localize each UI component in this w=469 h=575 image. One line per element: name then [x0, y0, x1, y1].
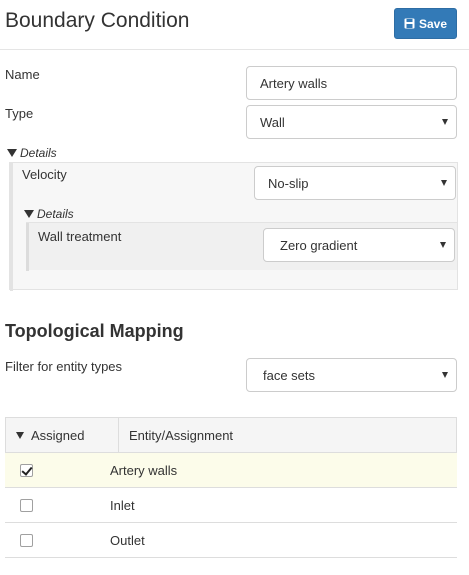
- column-header-entity-label: Entity/Assignment: [129, 427, 234, 443]
- table-row[interactable]: Outlet: [5, 523, 457, 558]
- header: Boundary Condition Save: [0, 0, 469, 50]
- assigned-checkbox[interactable]: [20, 499, 33, 512]
- wall-treatment-label: Wall treatment: [38, 229, 122, 244]
- triangle-down-icon: [24, 210, 34, 218]
- page-title: Boundary Condition: [5, 9, 190, 32]
- caret-down-icon: [442, 119, 448, 125]
- type-select[interactable]: Wall: [246, 105, 457, 139]
- details-label: Details: [20, 146, 57, 160]
- column-header-entity[interactable]: Entity/Assignment: [129, 418, 233, 452]
- velocity-select[interactable]: No-slip: [254, 166, 456, 200]
- filter-label: Filter for entity types: [5, 359, 123, 374]
- entity-name: Artery walls: [110, 462, 178, 478]
- table-row[interactable]: Artery walls: [5, 453, 457, 488]
- save-button[interactable]: Save: [394, 8, 457, 39]
- mapping-table: Assigned Entity/Assignment Artery walls …: [5, 417, 457, 558]
- panel-indent-bar: [26, 223, 29, 271]
- assigned-checkbox[interactable]: [20, 534, 33, 547]
- caret-down-icon: [440, 242, 446, 248]
- caret-down-icon: [442, 372, 448, 378]
- type-select-value: Wall: [260, 114, 285, 130]
- velocity-label: Velocity: [22, 167, 67, 182]
- section-title: Topological Mapping: [5, 321, 184, 341]
- entity-name: Outlet: [110, 532, 145, 548]
- floppy-disk-icon: [404, 18, 415, 29]
- details-toggle[interactable]: Details: [7, 146, 57, 160]
- triangle-down-icon: [7, 149, 17, 157]
- filter-select-value: face sets: [263, 367, 316, 383]
- name-field-value: Artery walls: [260, 75, 328, 91]
- filter-select[interactable]: face sets: [246, 358, 457, 392]
- caret-down-icon: [441, 180, 447, 186]
- assigned-checkbox[interactable]: [20, 464, 33, 477]
- wall-treatment-select[interactable]: Zero gradient: [263, 228, 455, 262]
- table-row[interactable]: Inlet: [5, 488, 457, 523]
- sort-triangle-icon: [16, 431, 24, 439]
- inner-details-toggle[interactable]: Details: [24, 207, 74, 221]
- inner-details-label: Details: [37, 207, 74, 221]
- velocity-select-value: No-slip: [268, 175, 309, 191]
- type-label: Type: [5, 106, 34, 121]
- wall-treatment-select-value: Zero gradient: [280, 237, 358, 253]
- save-button-label: Save: [418, 16, 448, 31]
- column-header-assigned[interactable]: Assigned: [6, 418, 119, 452]
- table-header: Assigned Entity/Assignment: [5, 417, 457, 453]
- entity-name: Inlet: [110, 497, 135, 513]
- column-header-assigned-label: Assigned: [31, 427, 85, 443]
- panel-indent-bar: [10, 163, 13, 291]
- name-label: Name: [5, 67, 40, 82]
- name-field[interactable]: Artery walls: [246, 66, 457, 100]
